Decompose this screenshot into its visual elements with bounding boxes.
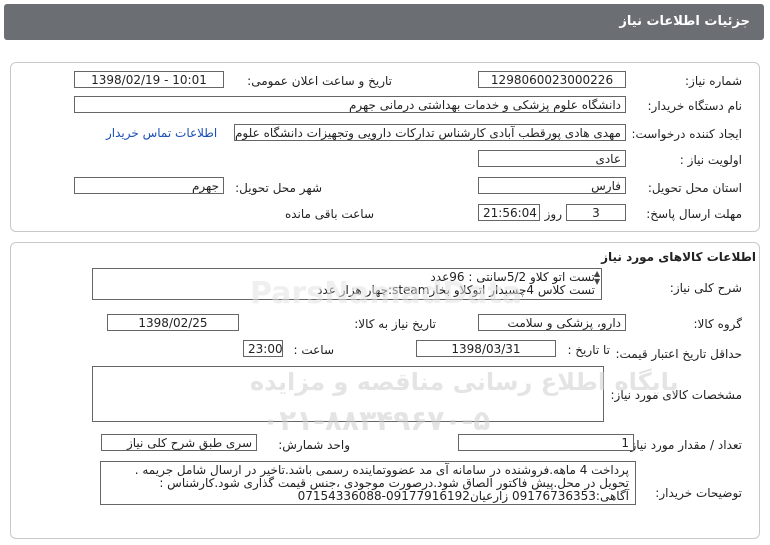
unit-label: واحد شمارش: — [278, 438, 350, 452]
priority-label: اولویت نیاز : — [679, 153, 742, 167]
remaining-text: ساعت باقی مانده — [284, 207, 374, 221]
buyer-contact-link[interactable]: اطلاعات تماس خریدار — [106, 126, 217, 140]
validity-time-label: ساعت : — [293, 343, 334, 357]
city-label: شهر محل تحویل: — [235, 181, 322, 195]
need-number-field: 1298060023000226 — [478, 71, 626, 88]
priority-field: عادی — [478, 150, 626, 167]
general-description-label: شرح کلی نیاز: — [669, 281, 742, 295]
province-label: استان محل تحویل: — [647, 181, 742, 195]
buyer-label: نام دستگاه خریدار: — [647, 99, 743, 113]
until-date-field: 1398/03/31 — [416, 340, 556, 357]
validity-time-field: 23:00 — [243, 340, 283, 357]
watermark-line2: ۰۲۱-۸۸۳۴۹۶۷۰-۵ — [262, 404, 491, 437]
deadline-days-field: 3 — [566, 204, 626, 221]
buyer-notes-label: توضیحات خریدار: — [655, 486, 742, 500]
watermark-line1: پایگاه اطلاع رسانی مناقصه و مزایده — [250, 368, 679, 396]
until-date-label: تا تاریخ : — [567, 343, 610, 357]
scroll-arrows-icon[interactable]: ▲ ▼ — [594, 270, 600, 286]
watermark-brand: ParsNamadData — [250, 276, 523, 311]
need-date-field: 1398/02/25 — [107, 314, 239, 331]
need-date-label: تاریخ نیاز به کالا: — [354, 317, 436, 331]
buyer-field: دانشگاه علوم پزشکی و خدمات بهداشتی درمان… — [74, 96, 626, 113]
unit-field: سری طبق شرح کلی نیاز — [101, 434, 257, 451]
deadline-time-field: 21:56:04 — [478, 204, 540, 221]
need-number-label: شماره نیاز: — [685, 74, 742, 88]
quantity-label: تعداد / مقدار مورد نیاز: — [626, 438, 742, 452]
announce-datetime-field: 1398/02/19 - 10:01 — [74, 71, 224, 88]
city-field: جهرم — [74, 177, 224, 194]
deadline-label: مهلت ارسال پاسخ: — [646, 207, 742, 221]
goods-group-label: گروه کالا: — [693, 317, 743, 331]
province-field: فارس — [478, 177, 626, 194]
window-title: جزئیات اطلاعات نیاز — [619, 14, 750, 29]
buyer-notes-box: پرداخت 4 ماهه.فروشنده در سامانه آی مد عض… — [100, 461, 636, 505]
window-title-bar: جزئیات اطلاعات نیاز — [4, 4, 764, 40]
min-price-validity-label: حداقل تاریخ اعتبار قیمت: — [615, 347, 742, 361]
requester-field: مهدی هادی پورقطب آبادی کارشناس تدارکات د… — [234, 124, 626, 141]
goods-section-title: اطلاعات کالاهای مورد نیاز — [601, 250, 756, 264]
buyer-notes-line: آگاهی:09176736353 زارعیان09177916192-071… — [297, 489, 629, 503]
announce-datetime-label: تاریخ و ساعت اعلان عمومی: — [247, 74, 392, 88]
requester-label: ایجاد کننده درخواست: — [631, 127, 742, 141]
goods-group-field: دارو، پزشکی و سلامت — [478, 314, 626, 331]
